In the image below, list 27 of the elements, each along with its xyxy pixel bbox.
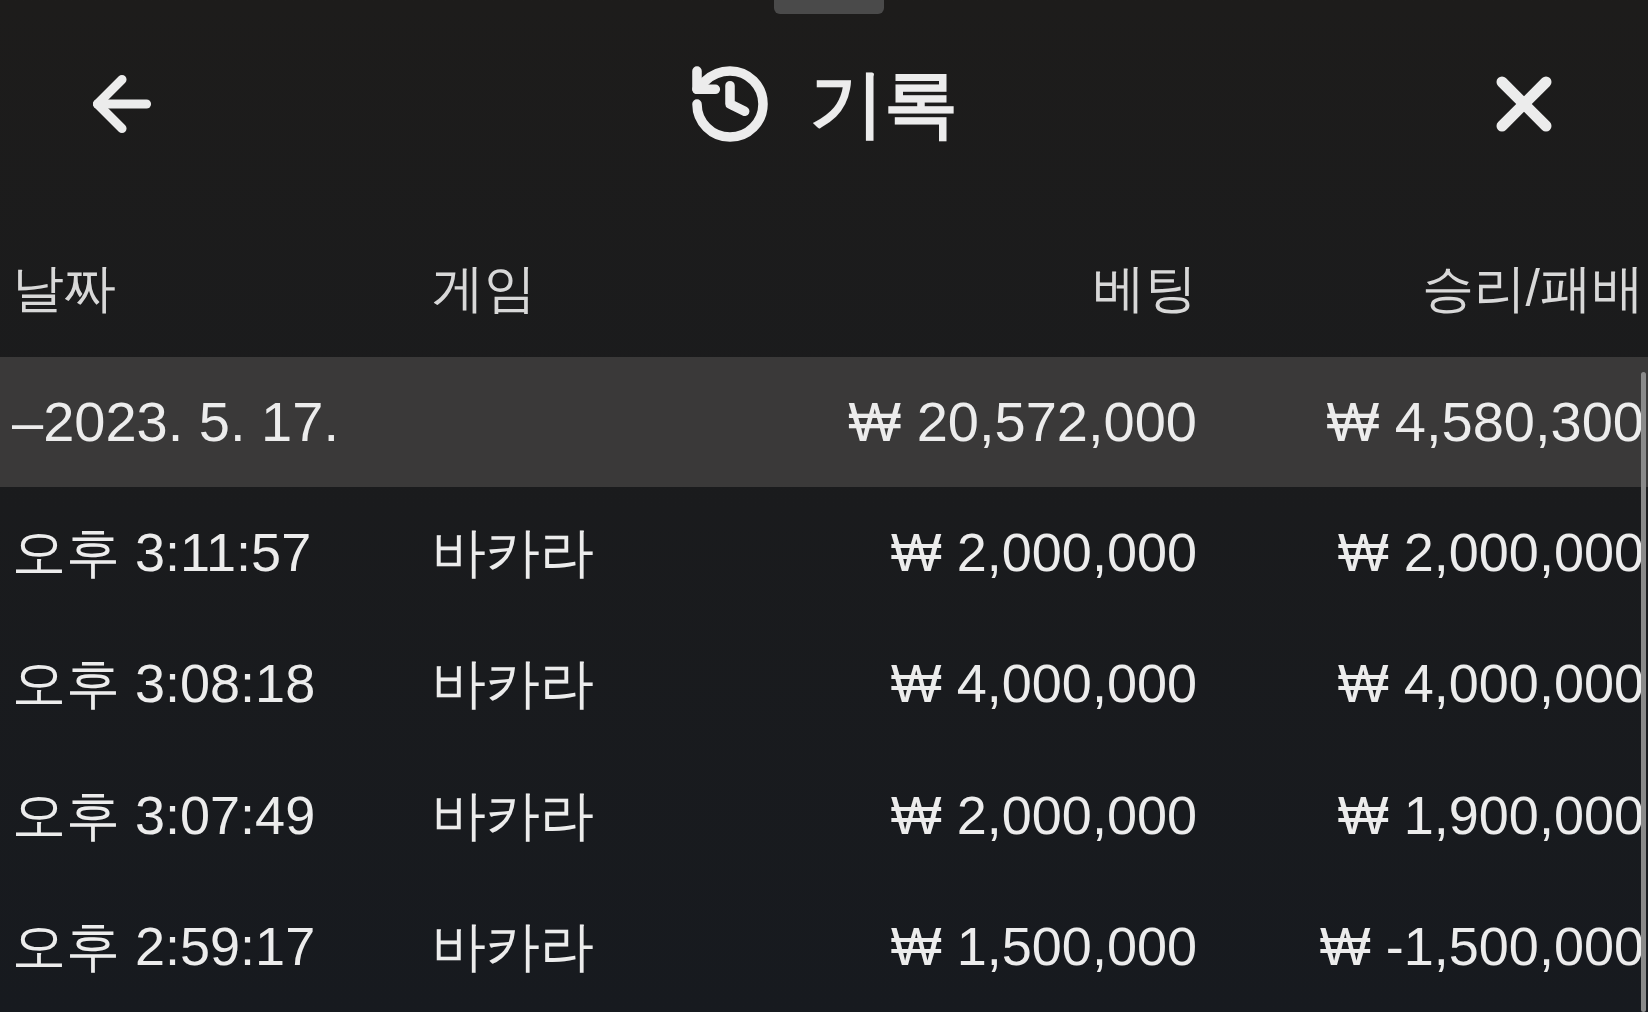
game-cell-text: 바카라 xyxy=(432,652,595,716)
bet-cell-text: ₩ 20,572,000 xyxy=(848,388,1197,455)
bet-cell-text: ₩ 2,000,000 xyxy=(890,521,1197,585)
column-header: 베팅 xyxy=(1093,257,1197,319)
bet-cell-text: ₩ 4,000,000 xyxy=(890,652,1197,716)
time-cell-text: 오후 3:11:57 xyxy=(12,521,313,585)
column-header: 날짜 xyxy=(12,257,117,319)
summary-row[interactable]: –2023. 5. 17. ₩ 20,572,000 ₩ 4,580,300 xyxy=(0,356,1648,487)
game-cell-text: 바카라 xyxy=(432,783,595,847)
bet-cell-text: ₩ 2,000,000 xyxy=(890,783,1197,847)
result-cell-text: ₩ 1,900,000 xyxy=(1337,783,1644,847)
date-cell-text: –2023. 5. 17. xyxy=(12,388,340,455)
time-cell-text: 오후 3:08:18 xyxy=(12,652,317,716)
scrollbar[interactable] xyxy=(1641,372,1646,1012)
page-title: 기록 xyxy=(810,67,958,142)
result-cell-text: ₩ -1,500,000 xyxy=(1319,914,1644,978)
result-cell-text: ₩ 4,580,300 xyxy=(1326,388,1644,455)
column-header: 승리/패배 xyxy=(1421,257,1644,319)
column-header: 게임 xyxy=(432,257,537,319)
drag-handle[interactable] xyxy=(774,0,884,14)
time-cell-text: 오후 3:07:49 xyxy=(12,783,317,847)
bet-cell-text: ₩ 1,500,000 xyxy=(890,914,1197,978)
result-cell-text: ₩ 4,000,000 xyxy=(1337,652,1644,716)
result-cell-text: ₩ 2,000,000 xyxy=(1337,521,1644,585)
game-cell-text: 바카라 xyxy=(432,521,595,585)
game-cell-text: 바카라 xyxy=(432,914,595,978)
time-cell-text: 오후 2:59:17 xyxy=(12,914,317,978)
